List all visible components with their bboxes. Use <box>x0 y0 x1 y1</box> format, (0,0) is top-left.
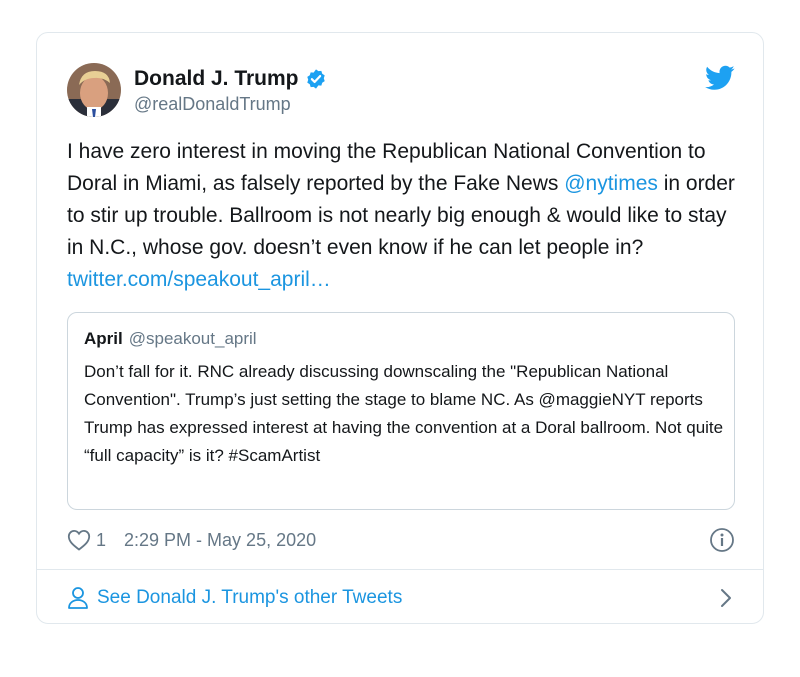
heart-icon[interactable] <box>67 529 91 551</box>
divider <box>37 569 763 570</box>
quoted-author-name: April <box>84 329 123 348</box>
avatar[interactable] <box>67 63 121 117</box>
info-icon[interactable] <box>709 527 735 553</box>
see-other-tweets-link[interactable]: See Donald J. Trump's other Tweets <box>67 583 735 613</box>
display-name[interactable]: Donald J. Trump <box>134 67 299 91</box>
verified-badge-icon <box>306 69 325 89</box>
timestamp[interactable]: 2:29 PM - May 25, 2020 <box>124 530 316 551</box>
author-handle[interactable]: @realDonaldTrump <box>134 94 327 115</box>
tweet-card: Donald J. Trump @realDonaldTrump I have … <box>36 32 764 624</box>
quoted-tweet[interactable]: April @speakout_april Don’t fall for it. … <box>67 312 735 510</box>
tweet-header: Donald J. Trump @realDonaldTrump <box>67 63 735 119</box>
see-other-tweets-label[interactable]: See Donald J. Trump's other Tweets <box>97 587 402 609</box>
tweet-meta: 1 2:29 PM - May 25, 2020 <box>67 526 735 554</box>
quoted-tweet-text: Don’t fall for it. RNC already discussin… <box>84 362 724 465</box>
quoted-tweet-link[interactable]: twitter.com/speakout_april… <box>67 268 331 291</box>
mention-link[interactable]: @nytimes <box>564 172 658 195</box>
twitter-bird-icon[interactable] <box>705 65 735 91</box>
author-names: Donald J. Trump @realDonaldTrump <box>134 65 327 115</box>
like-count[interactable]: 1 <box>96 530 106 551</box>
person-icon <box>68 587 88 609</box>
tweet-text: I have zero interest in moving the Repub… <box>67 136 747 296</box>
quoted-author-handle: @speakout_april <box>128 329 257 348</box>
chevron-right-icon[interactable] <box>719 587 733 609</box>
